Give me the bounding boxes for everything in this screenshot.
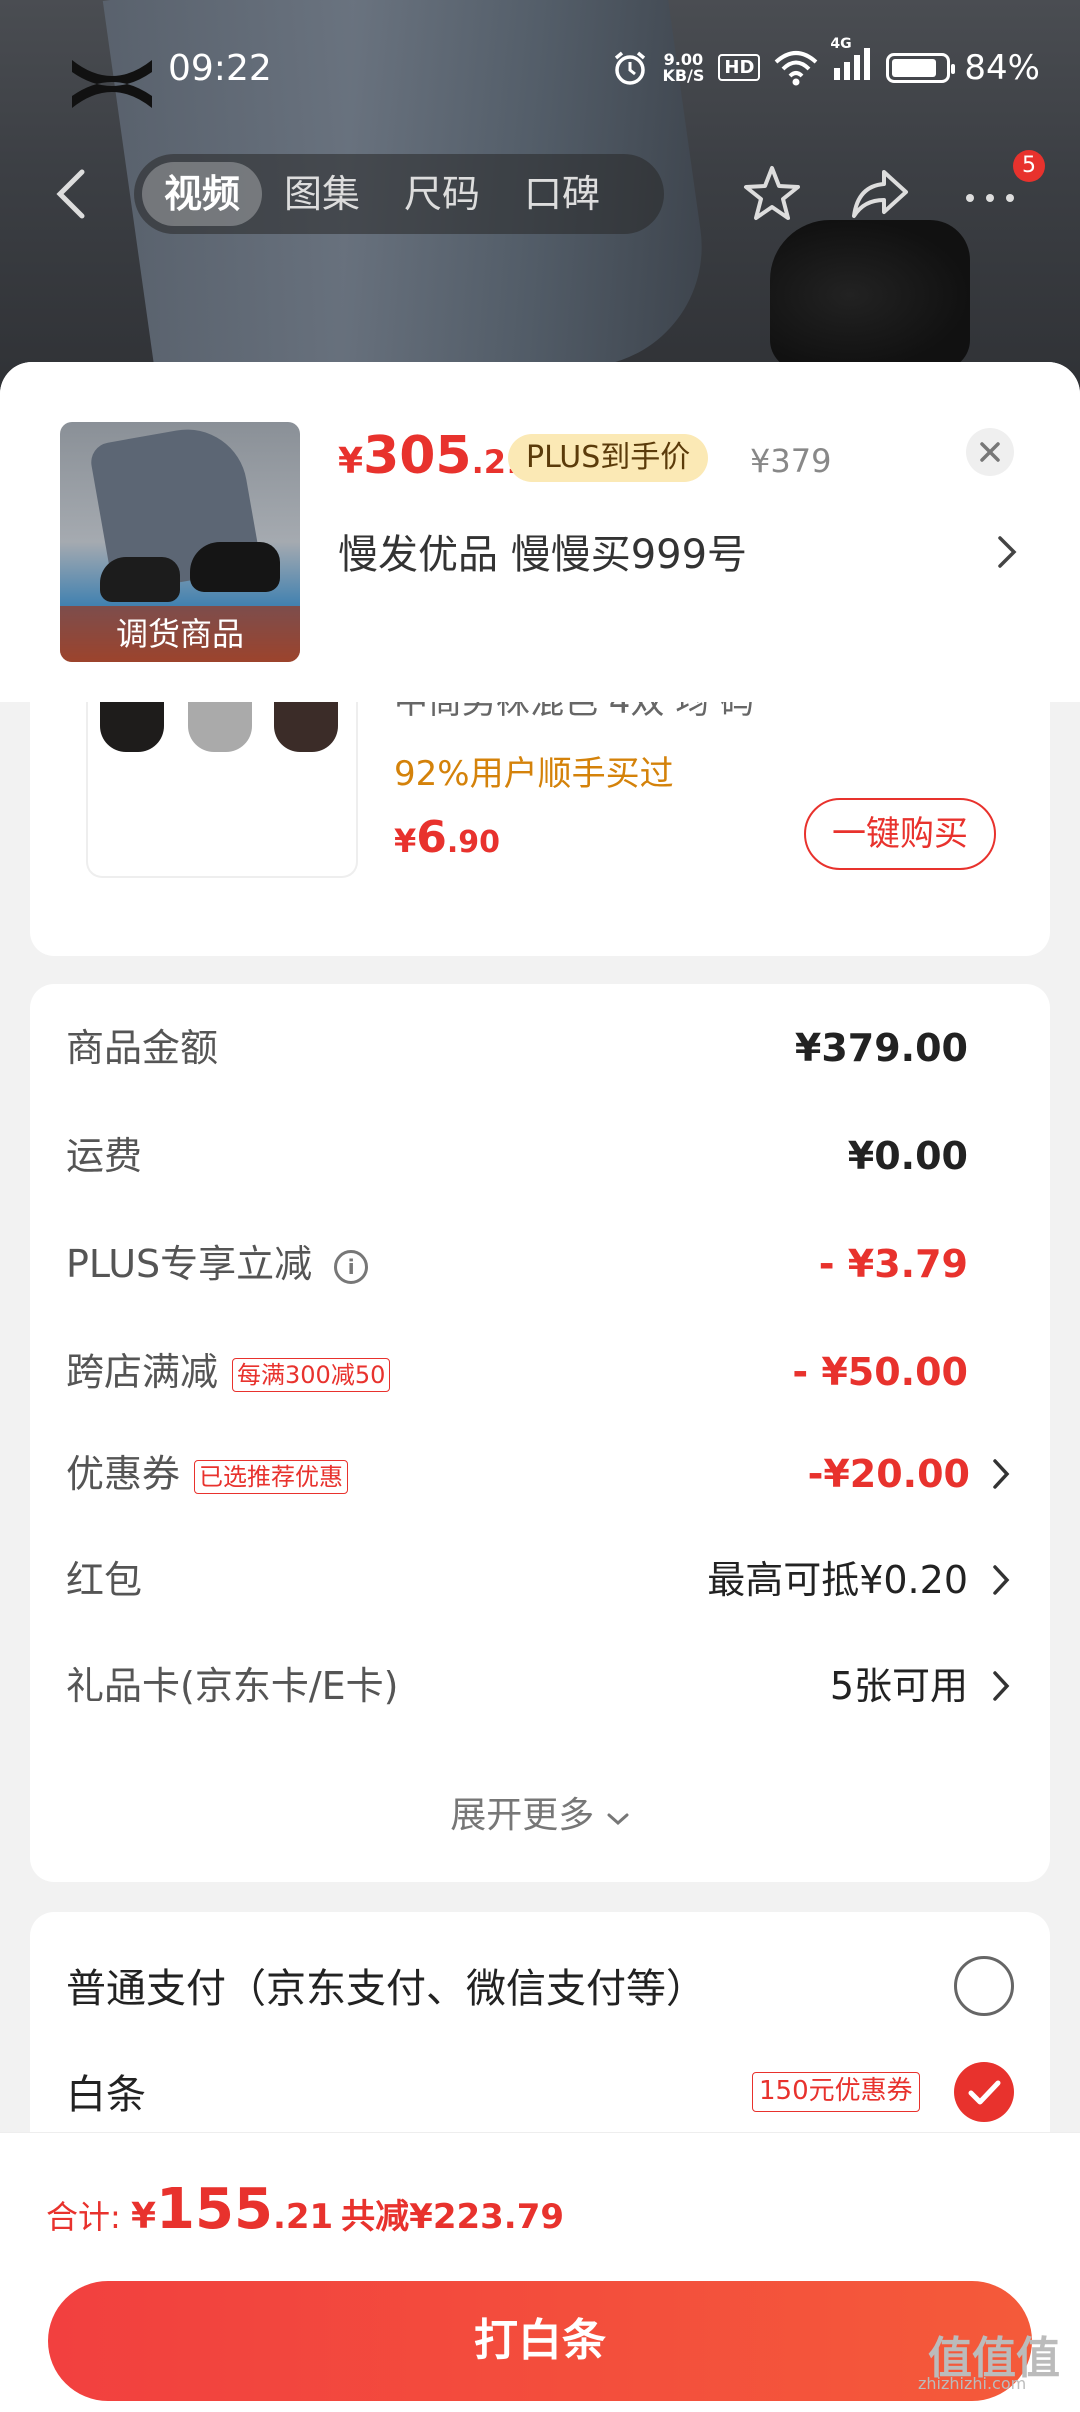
thumb-label: 调货商品 [60,606,300,662]
summary-value: 5张可用 [829,1664,968,1708]
payment-radio-baitiao[interactable] [954,2062,1014,2122]
summary-row-red-packet[interactable]: 红包 最高可抵¥0.20 [66,1550,1050,1610]
payment-option-normal[interactable]: 普通支付（京东支付、微信支付等） [66,1956,706,2014]
total-int: 155 [156,2177,273,2242]
favorite-star-icon[interactable] [740,162,804,226]
summary-label: 礼品卡(京东卡/E卡) [66,1664,399,1708]
summary-row-coupon[interactable]: 优惠券 已选推荐优惠 -¥20.00 [66,1444,1050,1504]
more-menu-icon[interactable] [958,162,1022,226]
total-dec: .21 [272,2197,334,2237]
chevron-right-icon [993,1565,1010,1595]
sheet-header: 调货商品 ¥305.21 PLUS到手价 ¥379 慢发优品 慢慢买999号 [0,362,1080,702]
product-price: ¥305.21 [338,426,529,486]
tab-gallery[interactable]: 图集 [262,162,382,226]
alarm-icon [615,51,646,85]
price-summary-card: 商品金额 ¥379.00 运费 ¥0.00 PLUS专享立减 i - ¥3.79 … [30,984,1050,1882]
expand-more-button[interactable]: 展开更多 [30,1786,1050,1838]
expand-more-label: 展开更多 [450,1795,595,1836]
summary-value: ¥379.00 [794,1026,968,1070]
addon-product-card: 中筒男袜混色 4双 均 码 92%用户顺手买过 ¥6.90 一键购买 [30,662,1050,956]
battery-icon [886,52,956,83]
close-button[interactable] [966,428,1014,476]
hero-shoe-shape [770,220,970,370]
checkout-sheet: 调货商品 ¥305.21 PLUS到手价 ¥379 慢发优品 慢慢买999号 中… [0,362,1080,2412]
summary-row-gift-card[interactable]: 礼品卡(京东卡/E卡) 5张可用 [66,1656,1050,1716]
chevron-right-icon [993,1459,1010,1489]
summary-value: - ¥50.00 [792,1350,968,1394]
summary-label: 红包 [66,1558,143,1602]
summary-row-shipping: 运费 ¥0.00 [66,1126,1050,1186]
summary-label-wrap: PLUS专享立减 i [66,1234,369,1294]
signal-icon: 4G [830,36,872,89]
product-thumbnail[interactable]: 调货商品 [60,422,300,662]
summary-value: ¥0.00 [847,1134,968,1178]
summary-label: 运费 [66,1134,143,1178]
summary-value: 最高可抵¥0.20 [707,1558,968,1602]
summary-label-wrap: 跨店满减 每满300减50 [66,1342,391,1402]
order-total: 合计: ¥155.21 共减¥223.79 [46,2177,564,2242]
original-price: ¥379 [750,442,832,480]
watermark-sub: zhizhizhi.com [918,2374,1027,2393]
summary-label: PLUS专享立减 [66,1242,313,1286]
check-icon [968,2080,1001,2105]
top-nav-bar: 视频 图集 尺码 口碑 [0,146,1080,242]
one-click-buy-button[interactable]: 一键购买 [804,798,996,870]
media-tabs: 视频 图集 尺码 口碑 [134,154,664,234]
battery-percent: 84% [964,47,1040,88]
notification-badge: 5 [1013,150,1045,182]
addon-price: ¥6.90 [394,812,501,863]
plus-price-tag: PLUS到手价 [508,434,709,482]
chevron-right-icon [993,1671,1010,1701]
brand-logo-icon [62,52,162,116]
summary-row-plus: PLUS专享立减 i - ¥3.79 [66,1234,1050,1294]
close-icon [980,442,1000,462]
tab-size[interactable]: 尺码 [382,162,502,226]
summary-value: - ¥3.79 [818,1242,968,1286]
summary-value: -¥20.00 [807,1452,970,1496]
wifi-icon [775,50,818,85]
promo-tag: 每满300减50 [232,1357,391,1392]
back-arrow-icon[interactable] [52,168,92,220]
watermark: 值值值 zhizhizhi.com [918,2322,1060,2393]
shop-name[interactable]: 慢发优品 慢慢买999号 [338,522,747,580]
promo-tag: 已选推荐优惠 [194,1459,349,1494]
total-saved: 共减¥223.79 [341,2197,565,2237]
checkout-bottom-bar: 合计: ¥155.21 共减¥223.79 打白条 [0,2132,1080,2412]
thumb-shoe-shape [100,557,180,602]
hd-badge: HD [718,54,761,81]
summary-label-wrap: 优惠券 已选推荐优惠 [66,1444,349,1504]
share-icon[interactable] [848,162,912,226]
summary-label: 优惠券 [66,1452,181,1496]
chevron-down-icon [607,1813,629,1826]
tab-video[interactable]: 视频 [142,162,263,226]
payment-radio-normal[interactable] [954,1956,1014,2016]
network-type: 4G [830,36,852,52]
total-currency: ¥ [130,2196,157,2237]
baitiao-coupon-tag: 150元优惠券 [752,2072,920,2112]
thumb-shoe-shape [190,542,280,592]
summary-label: 商品金额 [66,1026,219,1070]
status-bar: 09:22 9.00 KB/S HD 4G 84% [0,0,1080,140]
summary-row-cross-store: 跨店满减 每满300减50 - ¥50.00 [66,1342,1050,1402]
addon-buy-rate: 92%用户顺手买过 [394,754,674,794]
status-time: 09:22 [168,48,272,89]
chevron-right-icon[interactable] [996,534,1018,570]
info-icon[interactable]: i [334,1249,369,1284]
payment-option-baitiao[interactable]: 白条 [66,2062,146,2120]
pay-baitiao-button[interactable]: 打白条 [48,2281,1032,2401]
summary-row-goods: 商品金额 ¥379.00 [66,1018,1050,1078]
tab-reviews[interactable]: 口碑 [502,162,622,226]
total-label: 合计: [46,2198,131,2236]
summary-label: 跨店满减 [66,1350,219,1394]
net-speed: 9.00 KB/S [662,49,705,85]
